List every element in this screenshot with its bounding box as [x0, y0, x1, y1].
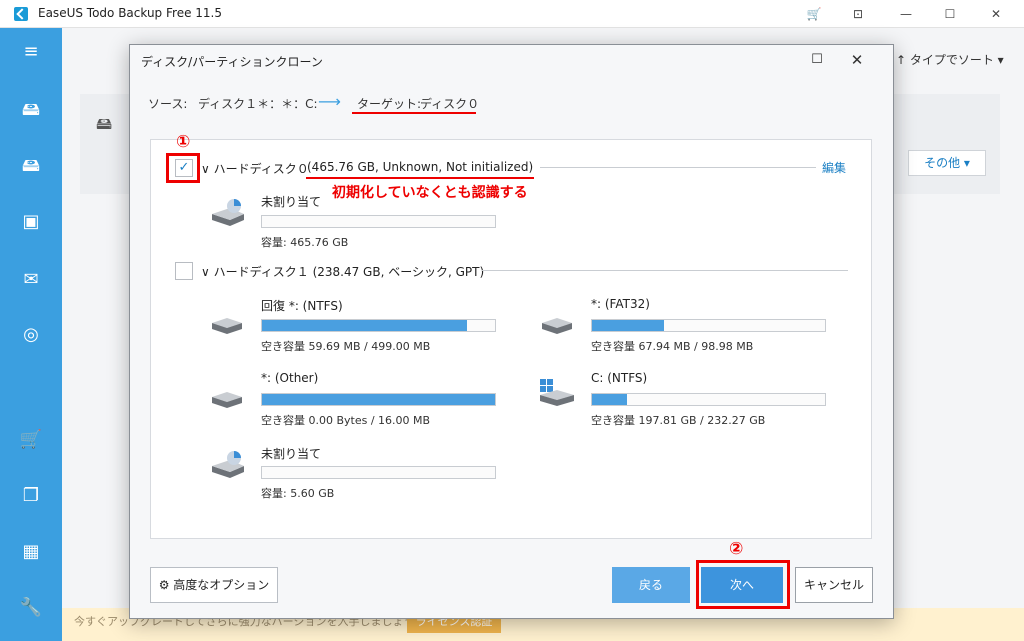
partition-name: 回復 *: (NTFS)	[261, 299, 343, 313]
partition-name: *: (FAT32)	[591, 297, 650, 311]
dialog-title: ディスク/パーティションクローン	[141, 55, 323, 69]
disk0-header[interactable]: ∨ ハードディスク０	[201, 160, 309, 177]
target-underline	[352, 112, 476, 114]
app-title: EaseUS Todo Backup Free 11.5	[38, 6, 222, 20]
partition-info: 容量: 465.76 GB	[261, 236, 349, 249]
partition-info: 空き容量 59.69 MB / 499.00 MB	[261, 340, 431, 353]
other-button[interactable]: その他 ▾	[908, 150, 986, 176]
disk-icon: 🖴	[96, 114, 113, 133]
dialog-close-button[interactable]: ✕	[848, 51, 866, 69]
partition-name: *: (Other)	[261, 371, 319, 385]
cart-icon[interactable]: 🛒	[804, 4, 824, 24]
divider	[540, 167, 816, 168]
arrow-icon: ⟶	[318, 92, 341, 111]
partition-info: 容量: 5.60 GB	[261, 487, 335, 500]
mail-backup-icon[interactable]: ✉	[19, 268, 43, 292]
back-button[interactable]: 戻る	[612, 567, 690, 603]
partition-bar	[261, 319, 496, 332]
unallocated-pie-icon	[212, 451, 244, 478]
annotation-2: ②	[729, 539, 744, 559]
target-label: ターゲット:	[357, 97, 422, 111]
target-value: ディスク０	[420, 97, 480, 111]
partition-bar	[591, 393, 826, 406]
partition-bar	[591, 319, 826, 332]
system-backup-icon[interactable]: 🖴	[19, 154, 43, 178]
partition-name: 未割り当て	[261, 447, 322, 461]
partition-bar	[261, 393, 496, 406]
backup-disk-icon[interactable]: 🖴	[19, 98, 43, 122]
unallocated-pie-icon	[212, 199, 244, 226]
windows-drive-icon	[540, 379, 574, 406]
maximize-button[interactable]: ☐	[940, 4, 960, 24]
cancel-button[interactable]: キャンセル	[795, 567, 873, 603]
source-value: ディスク１＊：＊：C:	[198, 97, 318, 111]
close-button[interactable]: ✕	[986, 4, 1006, 24]
partition-bar	[261, 466, 496, 479]
pin-icon[interactable]: ⊡	[848, 4, 868, 24]
tools-icon[interactable]: 🔧	[19, 596, 43, 620]
edit-link[interactable]: 編集	[822, 159, 846, 176]
partition-name: C: (NTFS)	[591, 371, 648, 385]
partition-info: 空き容量 197.81 GB / 232.27 GB	[591, 414, 766, 427]
apps-icon[interactable]: ▦	[19, 540, 43, 564]
partition-info: 空き容量 67.94 MB / 98.98 MB	[591, 340, 754, 353]
drive-icon	[212, 392, 242, 408]
partition-name: 未割り当て	[261, 195, 322, 209]
divider	[482, 270, 848, 271]
disk1-header[interactable]: ∨ ハードディスク１ (238.47 GB, ベーシック, GPT)	[201, 263, 484, 280]
disk0-checkbox[interactable]: ✓	[175, 159, 193, 177]
cart-icon[interactable]: 🛒	[19, 428, 43, 452]
dialog-maximize-button[interactable]: ☐	[808, 51, 826, 69]
app-logo-icon	[14, 7, 28, 21]
partition-bar	[261, 215, 496, 228]
source-label: ソース:	[148, 97, 188, 111]
next-button[interactable]: 次へ	[701, 567, 783, 603]
annotation-1: ①	[176, 132, 191, 152]
clone-icon[interactable]: ❐	[19, 484, 43, 508]
sort-dropdown[interactable]: ↑ タイプでソート ▾	[896, 51, 1004, 68]
disk1-checkbox[interactable]	[175, 262, 193, 280]
drive-icon	[542, 318, 572, 334]
partition-info: 空き容量 0.00 Bytes / 16.00 MB	[261, 414, 431, 427]
advanced-options-button[interactable]: ⚙ 高度なオプション	[150, 567, 278, 603]
minimize-button[interactable]: —	[896, 4, 916, 24]
target-icon[interactable]: ◎	[19, 323, 43, 347]
menu-icon[interactable]: ≡	[19, 40, 43, 64]
annotation-text: 初期化していなくとも認識する	[332, 185, 528, 201]
detail-underline	[306, 177, 534, 179]
disk0-detail: (465.76 GB, Unknown, Not initialized)	[307, 160, 534, 174]
drive-icon	[212, 318, 242, 334]
file-backup-icon[interactable]: ▣	[19, 210, 43, 234]
